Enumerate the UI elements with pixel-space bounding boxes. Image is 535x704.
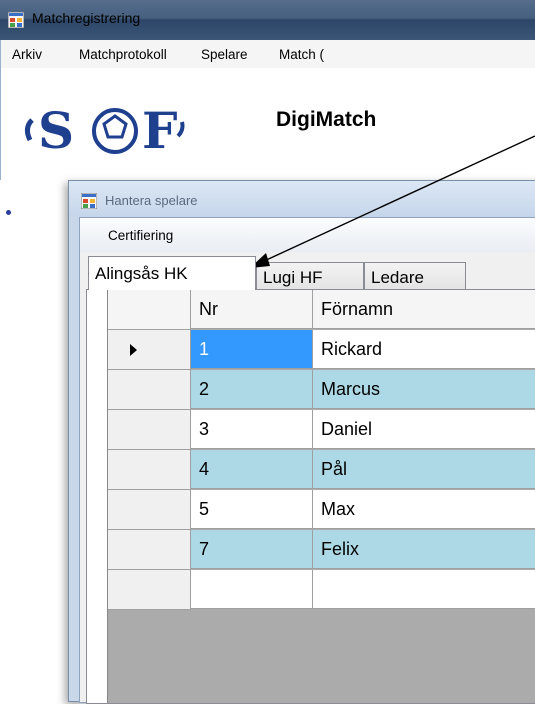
annotation-arrow-icon <box>250 135 535 268</box>
tab-alingsas-hk[interactable]: Alingsås HK <box>88 256 256 290</box>
